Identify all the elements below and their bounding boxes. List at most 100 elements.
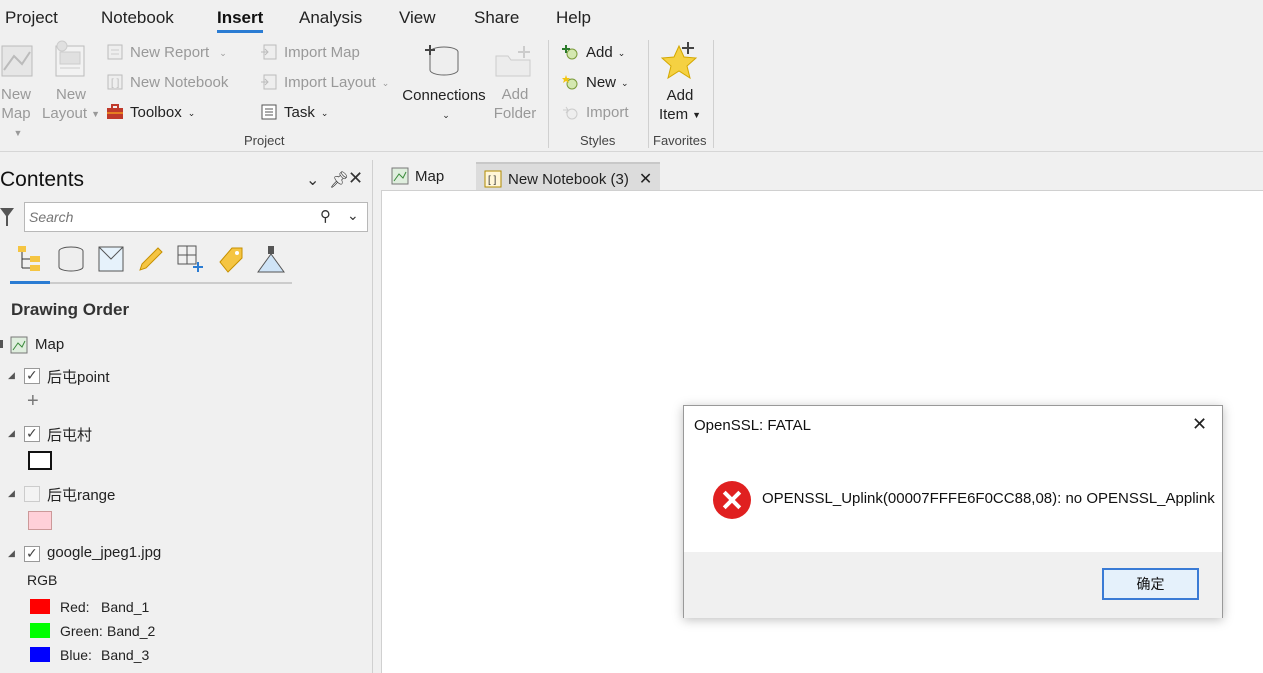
- import-map-button[interactable]: Import Map: [260, 44, 360, 61]
- new-map-button[interactable]: New Map ▼: [0, 40, 36, 138]
- new-report-label: New Report: [130, 44, 210, 61]
- toolbox-icon: [107, 104, 123, 119]
- search-input[interactable]: [25, 203, 305, 231]
- blue-band-swatch[interactable]: [30, 647, 50, 662]
- layer-visibility-checkbox[interactable]: [24, 486, 40, 502]
- new-layout-label-1: New: [55, 86, 86, 103]
- point-symbol-icon[interactable]: +: [27, 390, 39, 413]
- add-folder-label-2: Folder: [493, 105, 537, 122]
- expand-triangle-icon[interactable]: ◢: [8, 488, 15, 499]
- close-icon[interactable]: ✕: [348, 168, 363, 189]
- svg-text:[ ]: [ ]: [488, 175, 497, 186]
- layer-visibility-checkbox[interactable]: [24, 367, 40, 384]
- search-icon[interactable]: ⚲: [320, 207, 331, 225]
- map-icon: [10, 336, 28, 354]
- new-map-label-2: Map: [1, 105, 31, 122]
- search-box: ⚲ ⌄: [24, 202, 368, 232]
- selection-icon[interactable]: [96, 244, 126, 274]
- ok-button[interactable]: 确定: [1102, 568, 1199, 600]
- add-item-button[interactable]: Add Item ▼: [652, 40, 708, 126]
- band-label: Blue:: [60, 647, 92, 663]
- new-style-icon: [562, 75, 578, 90]
- layer-name[interactable]: google_jpeg1.jpg: [47, 544, 161, 561]
- notebook-icon: [ ]: [484, 170, 502, 188]
- editing-pencil-icon[interactable]: [136, 244, 166, 274]
- task-button[interactable]: Task ⌄: [260, 104, 328, 121]
- chevron-down-icon: ⌄: [320, 107, 329, 118]
- ribbon-separator: [713, 40, 714, 148]
- band-name: Band_1: [101, 599, 150, 615]
- tab-new-notebook[interactable]: [ ] New Notebook (3) ✕: [476, 162, 661, 190]
- filter-icon[interactable]: [0, 206, 14, 228]
- new-layout-button[interactable]: New Layout ▼: [42, 40, 100, 126]
- task-icon: [261, 104, 277, 120]
- polygon-fill-symbol[interactable]: [28, 511, 52, 530]
- star-icon: [660, 42, 698, 80]
- close-icon[interactable]: ✕: [1192, 414, 1207, 435]
- ribbon-separator: [648, 40, 649, 148]
- layer-name[interactable]: 后屯村: [47, 424, 92, 445]
- error-dialog: OpenSSL: FATAL ✕ OPENSSL_Uplink(00007FFF…: [683, 405, 1223, 618]
- new-notebook-button[interactable]: [ ] New Notebook: [106, 74, 228, 91]
- import-style-button[interactable]: Import: [562, 104, 629, 121]
- add-folder-icon: [495, 46, 531, 77]
- band-name: Band_3: [101, 647, 150, 663]
- menu-tab-share[interactable]: Share: [474, 8, 519, 28]
- menu-tab-analysis[interactable]: Analysis: [299, 8, 362, 28]
- contents-title: Contents: [0, 168, 85, 191]
- menu-tab-view[interactable]: View: [399, 8, 436, 28]
- polygon-outline-symbol[interactable]: [28, 451, 52, 470]
- menu-tab-project[interactable]: Project: [5, 8, 58, 28]
- layer-name[interactable]: 后屯point: [47, 366, 110, 387]
- toolbox-button[interactable]: Toolbox ⌄: [106, 104, 195, 121]
- chevron-down-icon[interactable]: ⌄: [306, 170, 319, 190]
- add-folder-button[interactable]: Add Folder: [488, 40, 542, 126]
- new-report-button[interactable]: New Report ⌄: [106, 44, 227, 61]
- document-tabs: Map [ ] New Notebook (3) ✕: [381, 160, 1263, 190]
- menu-tab-help[interactable]: Help: [556, 8, 591, 28]
- import-layout-label: Import Layout: [284, 74, 376, 91]
- chevron-down-icon: ⌄: [621, 77, 629, 88]
- snapping-grid-icon[interactable]: [176, 244, 206, 274]
- project-group-label: Project: [244, 133, 285, 148]
- band-label: Red:: [60, 599, 90, 615]
- chevron-down-icon: ▼: [13, 127, 23, 138]
- connections-button[interactable]: Connections ⌄: [400, 40, 488, 126]
- layer-name[interactable]: 后屯range: [47, 484, 115, 505]
- import-map-icon: [261, 44, 277, 60]
- expand-triangle-icon[interactable]: ◢: [8, 370, 15, 381]
- contents-pane: Contents ⌄ 📌︎ ✕ ⚲ ⌄: [0, 160, 373, 673]
- expand-triangle-icon[interactable]: ◢: [8, 428, 15, 439]
- chevron-down-icon[interactable]: ⌄: [347, 207, 359, 224]
- new-style-label: New: [586, 74, 617, 91]
- layer-visibility-checkbox[interactable]: [24, 425, 40, 442]
- toolbox-label: Toolbox: [130, 104, 182, 121]
- report-icon: [107, 44, 123, 60]
- chevron-down-icon: ⌄: [442, 109, 450, 120]
- chevron-down-icon: ⌄: [187, 107, 196, 118]
- layer-visibility-checkbox[interactable]: [24, 545, 40, 562]
- rgb-label: RGB: [27, 572, 58, 588]
- red-band-swatch[interactable]: [30, 599, 50, 614]
- drawing-order-icon[interactable]: [16, 244, 46, 274]
- data-source-icon[interactable]: [56, 244, 86, 274]
- pin-icon[interactable]: 📌︎: [329, 170, 349, 190]
- import-layout-button[interactable]: Import Layout ⌄: [260, 74, 389, 91]
- add-style-label: Add: [586, 44, 613, 61]
- tab-map[interactable]: Map: [383, 162, 452, 190]
- new-layout-label-2: Layout: [42, 105, 88, 122]
- labeling-tag-icon[interactable]: [216, 244, 246, 274]
- perspective-imagery-icon[interactable]: [256, 244, 286, 274]
- expand-triangle-icon[interactable]: ◢: [8, 548, 15, 559]
- menu-tab-insert[interactable]: Insert: [217, 8, 264, 33]
- svg-text:[ ]: [ ]: [111, 78, 120, 89]
- new-style-button[interactable]: New ⌄: [562, 74, 629, 91]
- menu-tab-notebook[interactable]: Notebook: [101, 8, 174, 28]
- new-map-label-1: New: [0, 86, 31, 103]
- error-icon: [713, 481, 751, 519]
- add-style-button[interactable]: Add ⌄: [562, 44, 625, 61]
- close-icon[interactable]: ✕: [639, 171, 652, 188]
- green-band-swatch[interactable]: [30, 623, 50, 638]
- chevron-down-icon: ⌄: [617, 47, 626, 58]
- expander-icon[interactable]: [0, 340, 3, 348]
